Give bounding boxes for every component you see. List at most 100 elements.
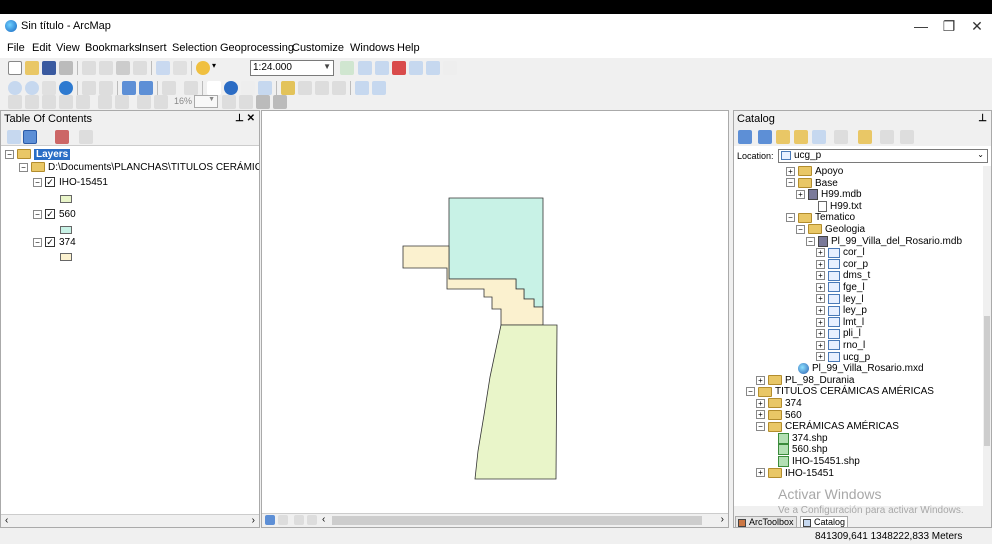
expand-icon[interactable]: + <box>816 248 825 258</box>
chevron-down-icon[interactable]: ▼ <box>323 62 331 71</box>
layers-label[interactable]: Layers <box>34 149 71 160</box>
fixed-zoom-in-icon[interactable] <box>82 81 96 95</box>
expand-icon[interactable]: + <box>756 410 765 420</box>
maximize-button[interactable]: ❐ <box>934 14 964 38</box>
paste-icon[interactable] <box>116 61 130 75</box>
vertical-scroll-thumb[interactable] <box>984 316 990 446</box>
zoom-percent[interactable]: 16% <box>174 96 192 106</box>
toc-layer-row[interactable]: − ✓ IHO-15451 <box>33 177 108 189</box>
toc-layer-row[interactable]: − ✓ 560 <box>33 209 76 221</box>
catalog-item[interactable]: + IHO-15451 <box>756 468 834 480</box>
forward-arrow-icon[interactable] <box>758 130 772 144</box>
catalog-item[interactable]: − Pl_99_Villa_del_Rosario.mdb <box>806 235 962 248</box>
arctoolbox-icon[interactable] <box>409 61 423 75</box>
layer-name[interactable]: 374 <box>59 237 76 248</box>
expand-icon[interactable]: + <box>756 375 765 385</box>
table-of-contents-icon[interactable] <box>358 61 372 75</box>
new-document-icon[interactable] <box>8 61 22 75</box>
scroll-left-icon[interactable]: ‹ <box>5 515 8 526</box>
minimize-button[interactable]: — <box>906 14 936 38</box>
zoom-100-icon[interactable] <box>76 95 90 109</box>
python-window-icon[interactable] <box>426 61 440 75</box>
expand-icon[interactable]: + <box>816 352 825 362</box>
zoom-whole-page-icon[interactable] <box>59 95 73 109</box>
change-layout-icon[interactable] <box>256 95 270 109</box>
layer-visibility-checkbox[interactable]: ✓ <box>45 209 55 220</box>
catalog-item[interactable]: IHO-15451.shp <box>766 456 860 468</box>
tab-catalog[interactable]: Catalog <box>800 516 849 527</box>
layer-visibility-checkbox[interactable]: ✓ <box>45 177 55 188</box>
menu-bookmarks[interactable]: Bookmarks <box>85 42 140 54</box>
layer-symbol-swatch[interactable] <box>60 226 72 234</box>
find-binoculars-icon[interactable] <box>298 81 312 95</box>
toc-layer-row[interactable]: − ✓ 374 <box>33 237 76 249</box>
catalog-item[interactable]: + rno_l <box>816 340 865 352</box>
open-folder-icon[interactable] <box>25 61 39 75</box>
layer-symbol-swatch[interactable] <box>60 195 72 203</box>
toggle-draft-mode-icon[interactable] <box>222 95 236 109</box>
expand-icon[interactable]: + <box>816 329 825 339</box>
pin-close-icon[interactable]: ⊥ ✕ <box>235 113 255 124</box>
undo-icon[interactable] <box>156 61 170 75</box>
catalog-item[interactable]: + lmt_l <box>816 317 864 329</box>
menu-help[interactable]: Help <box>397 42 420 54</box>
toc-horizontal-scrollbar[interactable]: ‹ › <box>1 514 259 527</box>
go-to-xy-icon[interactable] <box>332 81 346 95</box>
previous-extent-layout-icon[interactable] <box>137 95 151 109</box>
catalog-item[interactable]: H99.txt <box>806 200 862 213</box>
toc-root-row[interactable]: − Layers <box>5 149 71 161</box>
fixed-zoom-out-layout-icon[interactable] <box>115 95 129 109</box>
menu-file[interactable]: File <box>7 42 25 54</box>
catalog-item[interactable]: + ucg_p <box>816 352 870 364</box>
catalog-item[interactable]: 374.shp <box>766 432 828 445</box>
parcel-iho-15451[interactable] <box>474 324 558 480</box>
clear-selection-icon[interactable] <box>184 81 198 95</box>
menu-windows[interactable]: Windows <box>350 42 395 54</box>
up-one-level-icon[interactable] <box>776 130 790 144</box>
views-icon[interactable] <box>834 130 848 144</box>
menu-selection[interactable]: Selection <box>172 42 217 54</box>
tab-arctoolbox[interactable]: ArcToolbox <box>735 516 797 527</box>
focus-data-frame-icon[interactable] <box>239 95 253 109</box>
list-by-selection-icon[interactable] <box>55 130 69 144</box>
menu-view[interactable]: View <box>56 42 80 54</box>
catalog-item[interactable]: − CERÁMICAS AMÉRICAS <box>756 421 899 433</box>
catalog-item[interactable]: + ley_p <box>816 305 867 317</box>
expand-icon[interactable]: + <box>816 294 825 304</box>
collapse-icon[interactable]: − <box>19 162 28 172</box>
catalog-item[interactable]: + cor_p <box>816 259 868 271</box>
expand-icon[interactable]: + <box>816 317 825 327</box>
expand-icon[interactable]: + <box>786 166 795 176</box>
menu-edit[interactable]: Edit <box>32 42 51 54</box>
expand-icon[interactable]: + <box>816 340 825 350</box>
layer-symbol-swatch[interactable] <box>60 253 72 261</box>
refresh-icon[interactable] <box>294 515 304 525</box>
expand-icon[interactable]: + <box>756 468 765 478</box>
expand-icon[interactable]: + <box>756 398 765 408</box>
catalog-item[interactable]: + pli_l <box>816 328 861 340</box>
collapse-icon[interactable]: − <box>33 237 42 247</box>
measure-icon[interactable] <box>281 81 295 95</box>
catalog-item[interactable]: + Apoyo <box>786 166 843 178</box>
location-combobox[interactable]: ucg_p ⌄ <box>778 149 988 163</box>
create-viewer-icon[interactable] <box>372 81 386 95</box>
layout-view-icon[interactable] <box>278 515 288 525</box>
select-elements-arrow-icon[interactable] <box>207 81 221 95</box>
scroll-left-icon[interactable]: ‹ <box>322 514 325 525</box>
collapse-icon[interactable]: − <box>746 387 755 397</box>
delete-icon[interactable] <box>133 61 147 75</box>
collapse-icon[interactable]: − <box>33 177 42 187</box>
search-window-icon[interactable] <box>392 61 406 75</box>
collapse-icon[interactable]: − <box>806 236 815 246</box>
redo-icon[interactable] <box>173 61 187 75</box>
pin-icon[interactable]: ⊥ <box>978 113 987 124</box>
connect-folder-icon[interactable] <box>812 130 826 144</box>
collapse-icon[interactable]: − <box>33 209 42 219</box>
data-view-icon[interactable] <box>265 515 275 525</box>
add-data-icon[interactable] <box>196 61 210 75</box>
catalog-vertical-scrollbar[interactable] <box>983 166 991 506</box>
cut-icon[interactable] <box>82 61 96 75</box>
identify-icon[interactable] <box>224 81 238 95</box>
collapse-icon[interactable]: − <box>756 422 765 432</box>
options-icon[interactable] <box>900 130 914 144</box>
